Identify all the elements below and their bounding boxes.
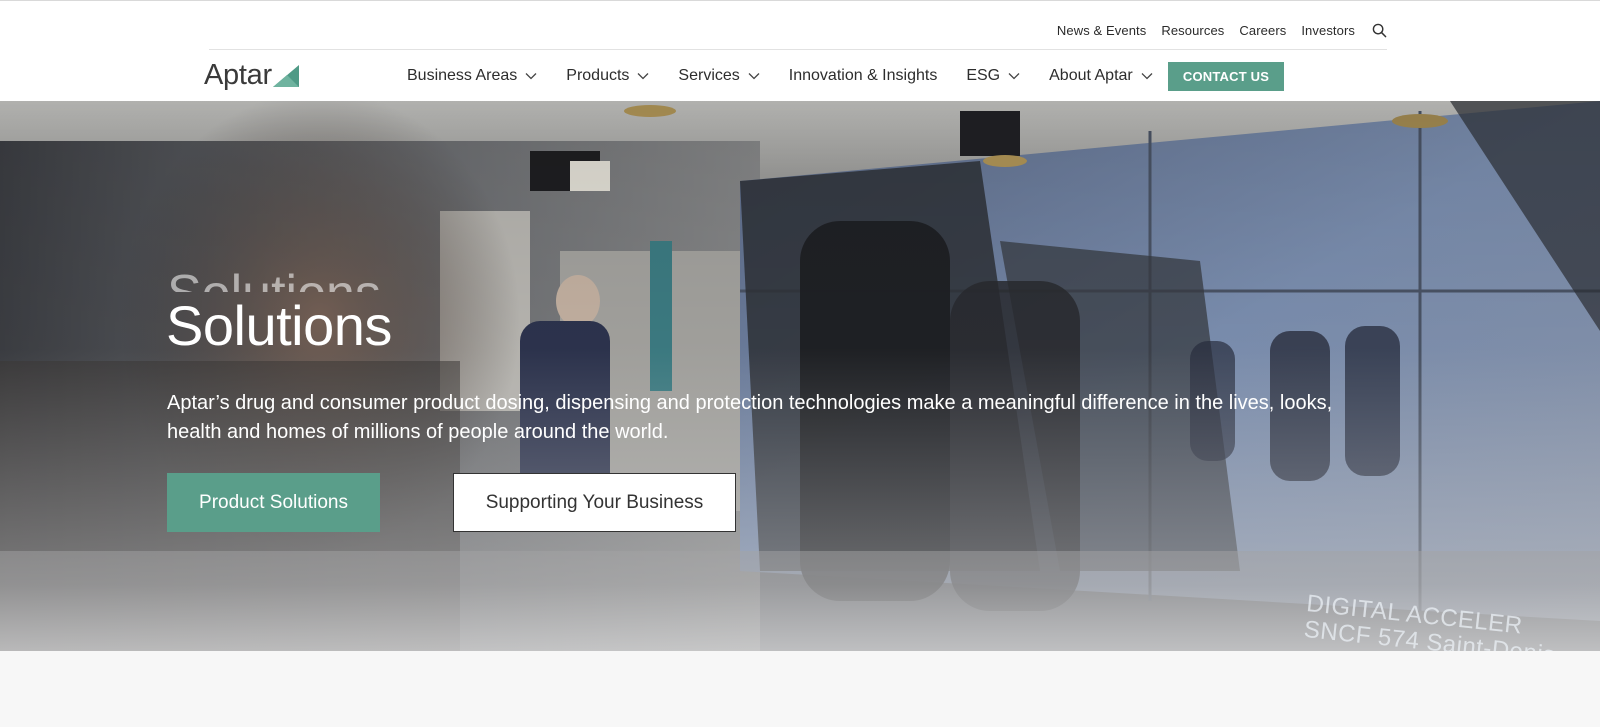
main-nav: Business Areas Products Services Innovat… (407, 63, 1182, 89)
chevron-down-icon (1141, 70, 1153, 82)
chevron-down-icon (637, 70, 649, 82)
hero-overlay (0, 101, 1600, 651)
hero-title-ghost-text: Solutions (167, 268, 381, 292)
chevron-down-icon (525, 70, 537, 82)
util-link-careers[interactable]: Careers (1239, 23, 1286, 38)
nav-item-products[interactable]: Products (566, 67, 649, 85)
nav-label: Innovation & Insights (788, 67, 938, 84)
contact-us-button[interactable]: CONTACT US (1168, 62, 1284, 91)
logo-wordmark: Aptar (204, 59, 272, 91)
nav-item-innovation-insights[interactable]: Innovation & Insights (789, 67, 938, 85)
util-link-resources[interactable]: Resources (1161, 23, 1224, 38)
hero-title: Solutions (166, 294, 392, 357)
hero-description: Aptar’s drug and consumer product dosing… (167, 392, 1333, 443)
hero-title-previous-fading: Solutions (167, 268, 487, 292)
chevron-down-icon (748, 70, 760, 82)
aptar-logo[interactable]: Aptar (204, 58, 299, 92)
nav-item-services[interactable]: Services (678, 67, 760, 85)
utility-nav: News & Events Resources Careers Investor… (1057, 19, 1388, 41)
nav-item-about-aptar[interactable]: About Aptar (1049, 67, 1153, 85)
nav-item-business-areas[interactable]: Business Areas (407, 67, 537, 85)
supporting-your-business-button[interactable]: Supporting Your Business (453, 473, 736, 532)
nav-item-esg[interactable]: ESG (966, 67, 1020, 85)
product-solutions-button[interactable]: Product Solutions (167, 473, 380, 532)
search-icon[interactable] (1370, 21, 1388, 39)
util-link-news-events[interactable]: News & Events (1057, 23, 1146, 38)
nav-label: Business Areas (407, 67, 518, 84)
site-header: News & Events Resources Careers Investor… (0, 0, 1600, 101)
hero-section: DIGITAL ACCELER SNCF 574 Saint-Denis (0, 101, 1600, 651)
logo-mark-icon (272, 65, 299, 87)
nav-label: ESG (966, 67, 1001, 84)
nav-label: Services (678, 67, 740, 84)
nav-label: About Aptar (1049, 67, 1133, 84)
util-link-investors[interactable]: Investors (1301, 23, 1355, 38)
chevron-down-icon (1008, 70, 1020, 82)
nav-label: Products (566, 67, 630, 84)
header-divider (209, 49, 1387, 50)
content-area (0, 651, 1600, 727)
